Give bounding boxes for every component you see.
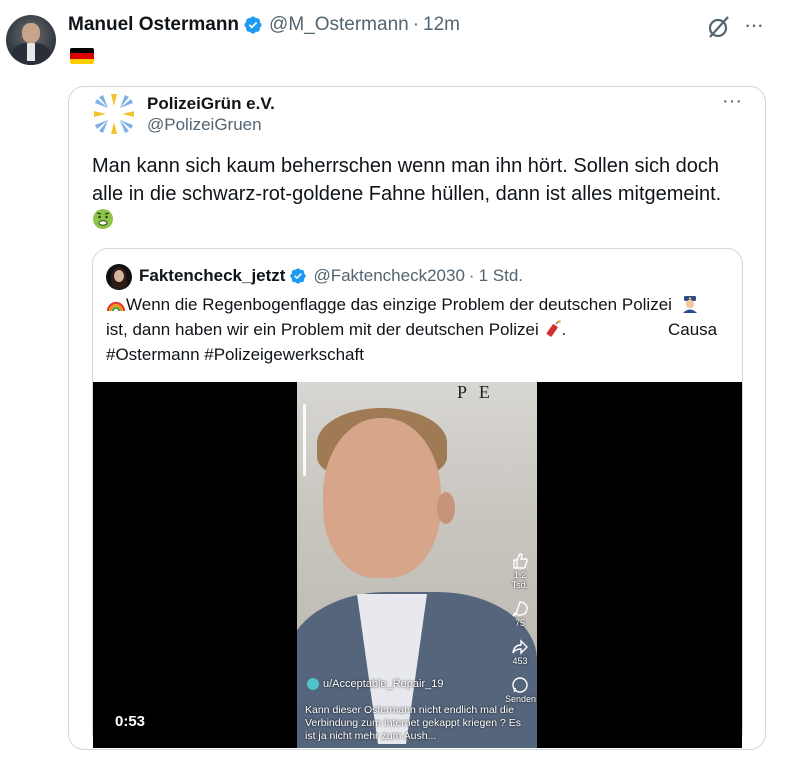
nested-author-name[interactable]: Faktencheck_jetzt [139,266,285,286]
video-frame: P E 1,2 Tsd. 75 453 Senden u/Acceptable_… [297,382,537,748]
nested-line-1: Wenn die Regenbogenflagge das einzige Pr… [106,292,736,317]
author-name[interactable]: Manuel Ostermann [68,14,239,36]
reddit-username-text: u/Acceptable_Repair_19 [323,678,444,690]
author-handle[interactable]: @M_Ostermann [269,14,409,36]
nested-author-handle[interactable]: @Faktencheck2030 [313,266,464,286]
nested-author-avatar[interactable] [106,264,132,290]
separator-dot: · [412,14,420,35]
nested-line-2-text: ist, dann haben wir ein Problem mit der … [106,320,539,339]
video-scroll-indicator [303,404,306,476]
quoted-author-name[interactable]: PolizeiGrün e.V. [147,94,275,114]
polizeigruen-logo-icon [94,94,134,134]
verified-badge-icon [244,16,262,34]
share-count: 453 [512,656,528,666]
video-side-actions: 1,2 Tsd. 75 453 Senden [505,552,537,714]
comment-count: 75 [514,618,525,628]
like-icon [513,553,528,569]
more-options-button[interactable]: ··· [744,12,764,38]
whatsapp-icon [512,677,528,693]
quoted-author-handle[interactable]: @PolizeiGruen [147,115,262,135]
nested-line-3[interactable]: #Ostermann #Polizeigewerkschaft [106,342,736,367]
firecracker-icon [546,320,561,337]
nested-line-1-text: Wenn die Regenbogenflagge das einzige Pr… [126,295,672,314]
send-label: Senden [505,694,537,704]
nested-causa: Causa [668,320,718,339]
video-caption: Kann dieser Ostermann nicht endlich mal … [305,704,521,742]
quoted-more-button[interactable]: ··· [722,90,742,113]
police-officer-icon [682,296,697,313]
reddit-username: u/Acceptable_Repair_19 [307,678,443,690]
post-header: Manuel Ostermann @M_Ostermann · 12m [68,14,460,36]
author-avatar[interactable] [6,15,56,65]
nested-line-2-end: . [561,320,567,339]
reddit-avatar-icon [307,678,319,690]
video-duration: 0:53 [115,713,146,730]
comment-icon [512,601,528,617]
nauseated-face-icon [93,209,113,229]
post-time[interactable]: 12m [423,14,460,36]
germany-flag-icon [70,48,94,64]
quoted-post-text: Man kann sich kaum beherrschen wenn man … [92,155,722,205]
like-count: 1,2 Tsd. [511,570,529,590]
video-player[interactable]: P E 1,2 Tsd. 75 453 Senden u/Acceptable_… [93,382,742,748]
separator-dot: · [468,266,475,285]
video-logo-text: P E [457,382,494,402]
nested-post-time[interactable]: 1 Std. [479,266,523,286]
nested-header: Faktencheck_jetzt @Faktencheck2030 · 1 S… [139,266,523,286]
grok-icon[interactable] [706,14,732,40]
verified-badge-icon [290,268,307,284]
share-icon [512,639,528,655]
nested-line-2: ist, dann haben wir ein Problem mit der … [106,317,736,342]
rainbow-icon [106,301,126,312]
nested-post-text: Wenn die Regenbogenflagge das einzige Pr… [106,292,736,367]
